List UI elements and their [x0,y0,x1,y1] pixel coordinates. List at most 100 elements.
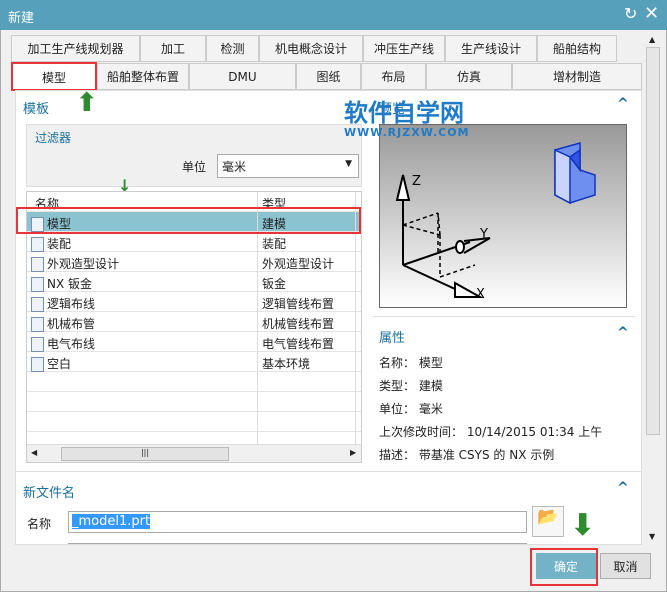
axis-label-x: X [476,287,485,302]
property-label: 类型： [379,379,416,393]
table-row[interactable]: 外观造型设计 外观造型设计 [27,252,361,272]
property-value: 带基准 CSYS 的 NX 示例 [418,448,555,462]
property-item: 类型： 建模 [379,377,443,394]
scrollbar-thumb[interactable] [646,47,660,435]
title-bar: 新建 ↻ ✕ [0,0,667,30]
folder-input[interactable] [68,543,527,544]
tab-r1-4[interactable]: 冲压生产线 [363,35,445,62]
refresh-icon[interactable]: ↻ [624,4,637,23]
content-panel: 模板 过滤器 单位 毫米 ▼ 名称 类型 模型 建模 装配 装配 外观造型设计 外观造型设… [15,90,642,545]
tab-r2-3[interactable]: 图纸 [296,63,361,90]
annotation-arrow: ↓ [118,176,132,195]
template-type: 逻辑管线布置 [257,292,334,312]
scroll-down-icon[interactable]: ▼ [649,532,655,541]
tab-r2-2[interactable]: DMU [189,63,296,90]
collapse-new-file-icon[interactable]: ^ [617,480,629,496]
annotation-arrow: ⬆ [76,88,98,118]
close-icon[interactable]: ✕ [644,3,659,24]
table-row[interactable]: 空白 基本环境 [27,352,361,372]
divider [16,471,641,472]
scroll-right-icon[interactable]: ▶ [350,448,356,457]
chevron-down-icon: ▼ [345,159,352,169]
folder-icon: 📂 [537,507,559,527]
template-icon [31,317,44,332]
tab-r1-2[interactable]: 检测 [206,35,259,62]
tab-r2-6[interactable]: 增材制造 [512,63,642,90]
collapse-properties-icon[interactable]: ^ [617,325,629,341]
template-icon [31,277,44,292]
property-label: 上次修改时间： [379,425,464,439]
tab-r1-1[interactable]: 加工 [140,35,206,62]
name-label: 名称 [27,517,52,531]
unit-label: 单位 [182,160,207,174]
preview-image: Z Y X [379,124,627,308]
table-row[interactable]: NX 钣金 钣金 [27,272,361,292]
unit-select[interactable]: 毫米 ▼ [217,154,359,178]
property-item: 描述： 带基准 CSYS 的 NX 示例 [379,446,554,463]
hscroll-thumb[interactable]: ||| [61,447,229,461]
property-item: 单位： 毫米 [379,400,443,417]
highlight-box [530,548,598,586]
table-row[interactable]: 机械布管 机械管线布置 [27,312,361,332]
divider [373,316,635,317]
tab-r1-0[interactable]: 加工生产线规划器 [11,35,140,62]
new-file-header: 新文件名 [23,486,76,501]
column-divider [355,332,356,352]
template-icon [31,237,44,252]
templates-header: 模板 [23,102,50,117]
property-label: 名称： [379,356,416,370]
column-divider [355,252,356,272]
highlight-box [16,207,361,234]
property-value: 模型 [418,356,443,370]
tab-r2-4[interactable]: 布局 [361,63,426,90]
property-item: 名称： 模型 [379,354,443,371]
template-icon [31,337,44,352]
column-divider [355,292,356,312]
tab-r1-5[interactable]: 生产线设计 [445,35,537,62]
tab-r1-3[interactable]: 机电概念设计 [259,35,363,62]
template-type: 机械管线布置 [257,312,334,332]
filename-input[interactable]: _model1.prt [68,511,527,533]
property-value: 10/14/2015 01:34 上午 [466,425,603,439]
unit-value: 毫米 [222,160,247,174]
horizontal-scrollbar[interactable]: ◀ ||| ▶ [27,444,361,462]
tab-r2-5[interactable]: 仿真 [426,63,512,90]
tab-r1-6[interactable]: 船舶结构 [537,35,617,62]
empty-row [27,372,361,392]
property-item: 上次修改时间： 10/14/2015 01:34 上午 [379,423,602,440]
tab-r2-1[interactable]: 船舶整体布置 [97,63,189,90]
column-divider [355,312,356,332]
annotation-arrow: ⬇ [570,508,596,543]
template-type: 钣金 [257,272,286,292]
template-icon [31,297,44,312]
collapse-preview-icon[interactable]: ^ [617,96,629,112]
template-type: 基本环境 [257,352,310,372]
filter-group: 过滤器 单位 毫米 ▼ [26,124,362,187]
model-icon [554,142,596,205]
template-name: 外观造型设计 [47,257,120,271]
table-row[interactable]: 逻辑布线 逻辑管线布置 [27,292,361,312]
csys-model-illustration: Z Y X [395,142,596,302]
property-label: 单位： [379,402,416,416]
scroll-left-icon[interactable]: ◀ [31,448,37,457]
template-icon [31,357,44,372]
template-icon [31,257,44,272]
cancel-button[interactable]: 取消 [600,553,651,579]
watermark-title: 软件自学网 [344,99,464,127]
column-divider [355,352,356,372]
browse-folder-button[interactable]: 📂 [532,506,564,537]
axis-label-y: Y [479,227,488,242]
empty-row [27,392,361,412]
properties-header: 属性 [379,331,406,346]
column-divider [355,232,356,252]
template-name: 机械布管 [47,317,96,331]
scroll-up-icon[interactable]: ▲ [649,35,655,44]
property-label: 描述： [379,448,416,462]
table-row[interactable]: 装配 装配 [27,232,361,252]
template-name: NX 钣金 [47,277,93,291]
empty-row [27,412,361,432]
template-name: 电气布线 [47,337,96,351]
template-type: 外观造型设计 [257,252,334,272]
template-name: 装配 [47,237,72,251]
table-row[interactable]: 电气布线 电气管线布置 [27,332,361,352]
